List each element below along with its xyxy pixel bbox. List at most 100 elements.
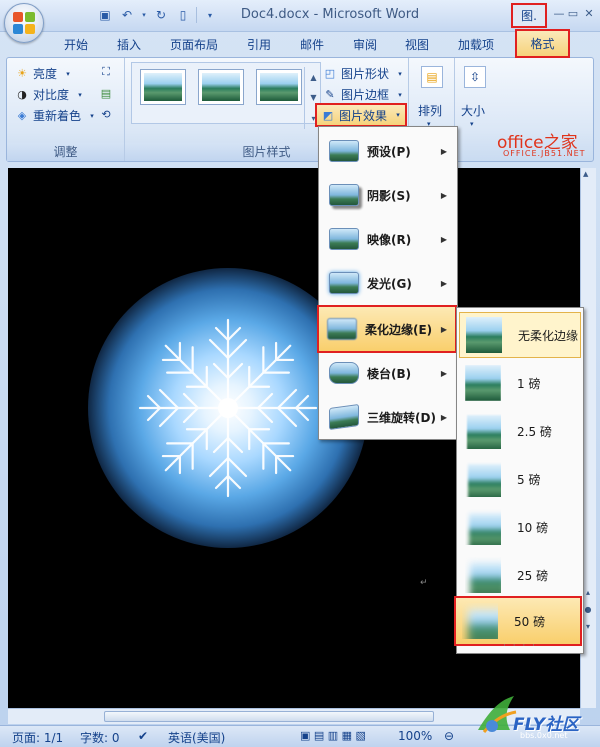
contrast-label: 对比度	[33, 88, 70, 102]
size-label[interactable]: 大小	[461, 102, 485, 119]
watermark-url: OFFICE.JB51.NET	[503, 149, 586, 158]
submenu-arrow-icon: ▶	[440, 368, 447, 378]
soft-edges-option-label: 10 磅	[517, 520, 549, 535]
tab-format[interactable]: 格式	[515, 29, 570, 58]
reset-picture-button[interactable]: ⟲	[99, 107, 113, 121]
3d-rotation-icon	[329, 403, 359, 431]
tab-references[interactable]: 引用	[247, 36, 271, 53]
style-thumb[interactable]	[198, 69, 244, 105]
size-group: ⇳ 大小 ▾	[455, 58, 495, 161]
compress-icon: ⛶	[102, 65, 110, 78]
effects-menu-item-3d-rotation[interactable]: 三维旋转(D) ▶	[321, 397, 455, 437]
shadow-icon	[329, 184, 359, 206]
submenu-arrow-icon: ▶	[440, 412, 447, 422]
redo-icon[interactable]: ↻	[152, 6, 170, 24]
page-count[interactable]: 页面: 1/1	[12, 729, 63, 746]
compress-pictures-button[interactable]: ⛶	[99, 65, 113, 79]
chevron-down-icon: ▾	[78, 90, 82, 99]
soft-edges-option-label: 1 磅	[517, 376, 541, 391]
effects-menu-item-label: 预设(P)	[367, 144, 411, 159]
new-document-icon[interactable]: ▯	[174, 6, 192, 24]
picture-effects-button[interactable]: ◩ 图片效果 ▾	[315, 103, 407, 127]
tab-mailings[interactable]: 邮件	[300, 36, 324, 53]
style-thumb[interactable]	[140, 69, 186, 105]
recolor-button[interactable]: ◈ 重新着色 ▾	[15, 107, 99, 124]
contrast-button[interactable]: ◑ 对比度 ▾	[15, 86, 87, 103]
picture-border-button[interactable]: ✎ 图片边框 ▾	[323, 86, 407, 103]
recolor-icon: ◈	[17, 109, 27, 122]
browse-object-icon[interactable]: ●	[585, 605, 592, 614]
language[interactable]: 英语(美国)	[168, 729, 225, 746]
undo-icon[interactable]: ↶	[118, 6, 136, 24]
restore-icon[interactable]: ▭	[566, 6, 580, 20]
effects-menu-item-label: 柔化边缘(E)	[365, 322, 433, 337]
close-icon[interactable]: ✕	[582, 6, 596, 20]
soft-edges-option-1pt[interactable]: 1 磅	[459, 360, 581, 406]
tab-addins[interactable]: 加载项	[458, 36, 494, 53]
zoom-out-icon[interactable]: ⊖	[444, 729, 454, 743]
effects-menu-item-preset[interactable]: 预设(P) ▶	[321, 131, 455, 171]
word-count[interactable]: 字数: 0	[80, 729, 120, 746]
undo-dropdown-icon[interactable]: ▾	[140, 6, 148, 24]
soft-edges-option-25pt[interactable]: 25 磅	[459, 552, 581, 598]
window-title: Doc4.docx - Microsoft Word	[240, 7, 420, 22]
soft-edges-option-label: 无柔化边缘	[518, 328, 579, 343]
minimize-icon[interactable]: —	[552, 6, 566, 20]
chevron-down-icon: ▾	[398, 69, 402, 78]
submenu-arrow-icon: ▶	[440, 190, 447, 200]
chevron-down-icon: ▾	[396, 111, 400, 119]
contrast-icon: ◑	[17, 88, 27, 101]
soft-edges-preview	[465, 509, 501, 545]
reflection-icon	[329, 228, 359, 250]
tab-view[interactable]: 视图	[405, 36, 429, 53]
picture-tools-context-title[interactable]: 图.	[511, 3, 547, 28]
tab-review[interactable]: 审阅	[353, 36, 377, 53]
adjust-group-label: 调整	[7, 143, 124, 161]
word-window: ▣ ↶ ▾ ↻ ▯ ▾ Doc4.docx - Microsoft Word 图…	[0, 0, 600, 747]
chevron-down-icon[interactable]: ▾	[470, 120, 474, 128]
horizontal-scroll-thumb[interactable]	[104, 711, 434, 722]
soft-edges-option-10pt[interactable]: 10 磅	[459, 504, 581, 550]
soft-edges-option-5pt[interactable]: 5 磅	[459, 456, 581, 502]
scroll-down-icon[interactable]: ▼	[310, 93, 316, 102]
effects-menu-item-reflection[interactable]: 映像(R) ▶	[321, 219, 455, 259]
brightness-button[interactable]: ☀ 亮度 ▾	[15, 65, 75, 82]
soft-edges-submenu: 无柔化边缘 1 磅 2.5 磅 5 磅 10 磅 25 磅 50 磅 · · ·…	[454, 307, 584, 654]
arrange-label[interactable]: 排列	[418, 102, 442, 119]
tab-home[interactable]: 开始	[64, 36, 88, 53]
tab-insert[interactable]: 插入	[117, 36, 141, 53]
soft-edges-option-50pt[interactable]: 50 磅	[454, 596, 582, 646]
change-picture-button[interactable]: ▤	[99, 86, 113, 100]
soft-edges-option-2-5pt[interactable]: 2.5 磅	[459, 408, 581, 454]
soft-edges-option-none[interactable]: 无柔化边缘	[459, 312, 581, 358]
proofing-icon[interactable]: ✔	[138, 729, 148, 743]
effects-menu-item-shadow[interactable]: 阴影(S) ▶	[321, 175, 455, 215]
office-button[interactable]	[4, 3, 44, 43]
soft-edges-option-label: 25 磅	[517, 568, 549, 583]
scroll-up-icon[interactable]: ▲	[310, 73, 316, 82]
adjust-group: ☀ 亮度 ▾ ◑ 对比度 ▾ ◈ 重新着色 ▾ ⛶ ▤ ⟲ 调整	[7, 58, 125, 161]
effects-menu-item-label: 三维旋转(D)	[367, 410, 436, 425]
tab-page-layout[interactable]: 页面布局	[170, 36, 218, 53]
effects-menu-item-bevel[interactable]: 棱台(B) ▶	[321, 353, 455, 393]
scroll-up-icon[interactable]: ▲	[583, 170, 594, 181]
style-thumb[interactable]	[256, 69, 302, 105]
qat-separator	[196, 7, 197, 23]
soft-edges-preview	[465, 557, 501, 593]
effects-menu-item-soft-edges[interactable]: 柔化边缘(E) ▶	[317, 305, 457, 353]
save-icon[interactable]: ▣	[96, 6, 114, 24]
prev-page-icon[interactable]: ▴	[586, 588, 590, 597]
size-icon[interactable]: ⇳	[464, 66, 486, 88]
next-page-icon[interactable]: ▾	[586, 622, 590, 631]
picture-effects-label: 图片效果	[339, 108, 388, 123]
picture-shape-button[interactable]: ◰ 图片形状 ▾	[323, 65, 407, 82]
zoom-level[interactable]: 100%	[398, 729, 432, 743]
arrange-icon[interactable]: ▤	[421, 66, 443, 88]
view-buttons-icon[interactable]: ▣ ▤ ▥ ▦ ▧	[300, 729, 366, 742]
brightness-label: 亮度	[33, 67, 58, 81]
brightness-icon: ☀	[17, 67, 27, 80]
glow-icon	[329, 272, 359, 294]
effects-menu-item-label: 发光(G)	[367, 276, 412, 291]
effects-menu-item-glow[interactable]: 发光(G) ▶	[321, 263, 455, 303]
submenu-more-indicator: · · · ·	[502, 641, 538, 651]
